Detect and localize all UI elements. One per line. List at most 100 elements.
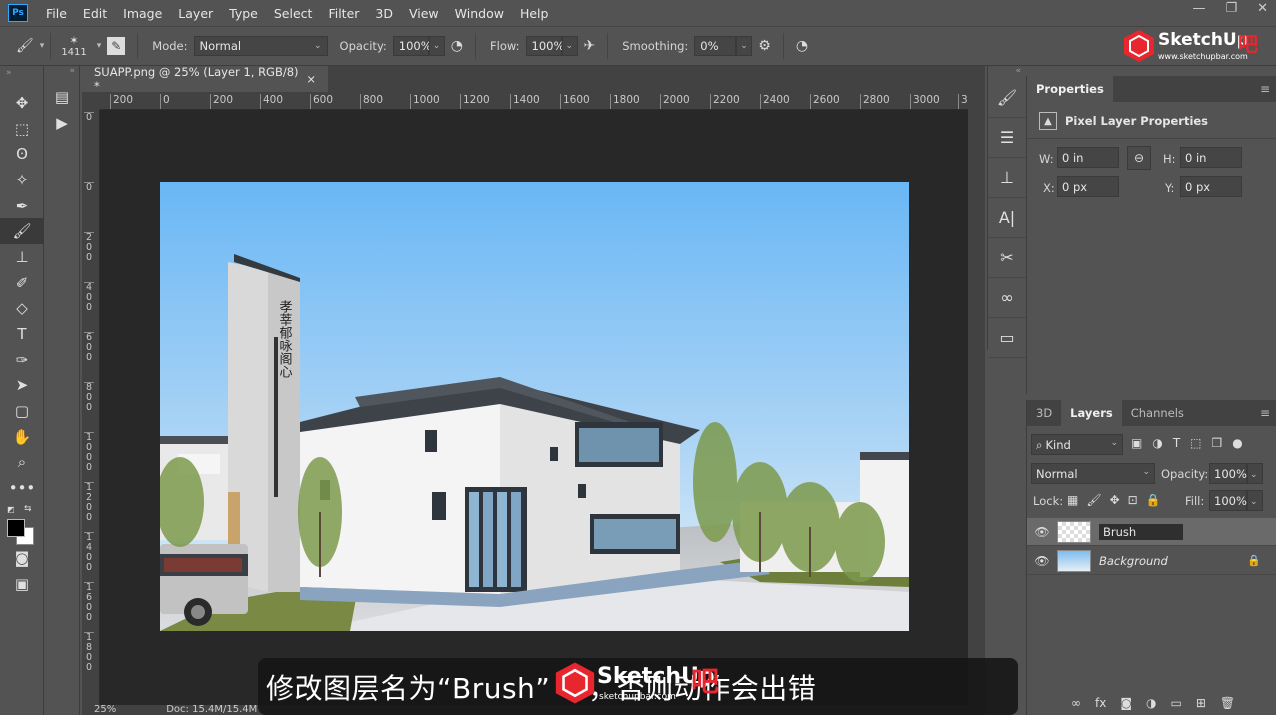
tab-channels[interactable]: Channels — [1122, 400, 1193, 426]
move-tool-icon[interactable]: ✥ — [0, 90, 44, 116]
gear-icon[interactable]: ⚙ — [758, 38, 771, 54]
folder-icon[interactable]: ▭ — [1170, 696, 1181, 710]
pen-tool-icon[interactable]: ✑ — [0, 347, 44, 373]
marquee-tool-icon[interactable]: ⬚ — [0, 116, 44, 142]
lock-position-icon[interactable]: ✥ — [1110, 493, 1120, 507]
lock-artboard-icon[interactable]: ⊡ — [1128, 493, 1138, 507]
panel-collapse-icon[interactable]: » — [0, 66, 43, 90]
actions-play-icon[interactable]: ▶ — [44, 110, 80, 136]
filter-shape-icon[interactable]: ⬚ — [1190, 436, 1201, 450]
layer-opacity-input[interactable]: 100% — [1209, 463, 1247, 484]
airbrush-icon[interactable]: ✈ — [584, 38, 596, 54]
opacity-input[interactable]: 100% — [392, 36, 432, 56]
x-input[interactable]: 0 px — [1057, 176, 1119, 197]
strip-collapse-icon[interactable]: « — [44, 66, 79, 84]
trash-icon[interactable]: 🗑 — [1220, 696, 1235, 710]
brush-settings-icon[interactable]: 🖌 — [988, 78, 1026, 118]
menu-help[interactable]: Help — [512, 6, 557, 21]
creative-cloud-icon[interactable]: ∞ — [988, 278, 1026, 318]
close-button[interactable]: ✕ — [1257, 1, 1268, 16]
history-brush-tool-icon[interactable]: ✐ — [0, 270, 44, 296]
close-tab-icon[interactable]: × — [306, 72, 316, 86]
swap-colors-icon[interactable]: ⇆ — [24, 504, 32, 514]
path-selection-tool-icon[interactable]: ➤ — [0, 373, 44, 399]
tool-preset-caret-icon[interactable]: ▾ — [40, 41, 45, 51]
document-tab[interactable]: SUAPP.png @ 25% (Layer 1, RGB/8) * × — [82, 65, 328, 93]
more-tools-icon[interactable]: ••• — [0, 475, 44, 501]
panel-menu-icon[interactable]: ≡ — [1260, 82, 1270, 96]
default-colors-icon[interactable]: ◩ — [7, 505, 15, 514]
panel-menu-icon[interactable]: ≡ — [1260, 406, 1270, 420]
quick-mask-icon[interactable]: ◙ — [0, 545, 44, 571]
layer-filter-select[interactable]: ⌕ Kind ⌄ — [1031, 434, 1123, 455]
screen-mode-icon[interactable]: ▣ — [0, 571, 44, 597]
menu-3d[interactable]: 3D — [367, 6, 401, 21]
smoothing-input[interactable]: 0% — [694, 36, 737, 56]
character-icon[interactable]: A| — [988, 198, 1026, 238]
eyedropper-tool-icon[interactable]: ✒ — [0, 193, 44, 219]
brush-panel-toggle-icon[interactable]: ✎ — [107, 37, 126, 55]
stamp-tool-icon[interactable]: ⊥ — [0, 244, 44, 270]
zoom-tool-icon[interactable]: ⌕ — [0, 450, 44, 476]
adjustments-icon[interactable]: ☰ — [988, 118, 1026, 158]
lock-pixels-icon[interactable]: 🖌 — [1086, 493, 1101, 507]
menu-filter[interactable]: Filter — [320, 6, 367, 21]
filter-toggle-icon[interactable]: ● — [1232, 436, 1242, 450]
layer-opacity-dropdown[interactable]: ⌄ — [1247, 463, 1263, 484]
link-icon[interactable]: ∞ — [1071, 696, 1081, 710]
tool-presets-icon[interactable]: ✂ — [988, 238, 1026, 278]
width-input[interactable]: 0 in — [1057, 147, 1119, 168]
layer-name-input[interactable]: Brush — [1099, 523, 1183, 540]
minimize-button[interactable]: — — [1192, 1, 1205, 16]
mode-select[interactable]: Normal ⌄ — [193, 36, 328, 56]
clone-source-icon[interactable]: ⊥ — [988, 158, 1026, 198]
pressure-opacity-icon[interactable]: ◔ — [451, 38, 463, 54]
zoom-level[interactable]: 25% — [94, 705, 116, 715]
menu-view[interactable]: View — [401, 6, 447, 21]
menu-edit[interactable]: Edit — [75, 6, 115, 21]
blend-mode-select[interactable]: Normal ⌄ — [1031, 463, 1155, 484]
tab-properties[interactable]: Properties — [1027, 76, 1113, 102]
menu-type[interactable]: Type — [221, 6, 266, 21]
strip-collapse-icon[interactable]: « — [988, 66, 1025, 78]
hand-tool-icon[interactable]: ✋ — [0, 424, 44, 450]
menu-image[interactable]: Image — [115, 6, 170, 21]
artwork-image[interactable]: 孝莘郁咏阁心 — [160, 182, 909, 631]
eye-icon[interactable]: 👁 — [1027, 525, 1057, 539]
eye-icon[interactable]: 👁 — [1027, 554, 1057, 568]
menu-file[interactable]: File — [38, 6, 75, 21]
link-dimensions-icon[interactable]: ⊖ — [1127, 146, 1151, 170]
flow-dropdown[interactable]: ⌄ — [561, 36, 578, 56]
layer-row-brush[interactable]: 👁 Brush — [1027, 518, 1276, 546]
shape-tool-icon[interactable]: ▢ — [0, 398, 44, 424]
libraries-icon[interactable]: ▭ — [988, 318, 1026, 358]
vertical-scrollbar[interactable] — [968, 92, 985, 705]
maximize-button[interactable]: ❐ — [1225, 1, 1237, 16]
tab-3d[interactable]: 3D — [1027, 400, 1061, 426]
lock-all-icon[interactable]: 🔒 — [1146, 493, 1161, 507]
pressure-size-icon[interactable]: ◔ — [796, 38, 808, 54]
mask-icon[interactable]: ◙ — [1120, 696, 1132, 710]
menu-window[interactable]: Window — [447, 6, 512, 21]
menu-layer[interactable]: Layer — [170, 6, 221, 21]
flow-input[interactable]: 100% — [525, 36, 564, 56]
fx-icon[interactable]: fx — [1095, 696, 1106, 710]
fill-input[interactable]: 100% — [1209, 490, 1247, 511]
new-layer-icon[interactable]: ⊞ — [1196, 696, 1206, 710]
magic-wand-tool-icon[interactable]: ✧ — [0, 167, 44, 193]
smoothing-dropdown[interactable]: ⌄ — [736, 36, 753, 56]
color-swatches[interactable]: ◩ ⇆ — [0, 501, 43, 545]
filter-pixel-icon[interactable]: ▣ — [1131, 436, 1142, 450]
opacity-dropdown[interactable]: ⌄ — [428, 36, 445, 56]
adjustment-icon[interactable]: ◑ — [1146, 696, 1156, 710]
eraser-tool-icon[interactable]: ◇ — [0, 296, 44, 322]
y-input[interactable]: 0 px — [1180, 176, 1242, 197]
type-tool-icon[interactable]: T — [0, 321, 44, 347]
filter-smart-object-icon[interactable]: ❒ — [1212, 436, 1223, 450]
fill-dropdown[interactable]: ⌄ — [1247, 490, 1263, 511]
history-panel-icon[interactable]: ▤ — [44, 84, 80, 110]
brush-preset-icon[interactable]: 🖌 — [16, 38, 34, 54]
brush-size-picker[interactable]: ✶ 1411 — [61, 34, 86, 58]
height-input[interactable]: 0 in — [1180, 147, 1242, 168]
menu-select[interactable]: Select — [266, 6, 321, 21]
